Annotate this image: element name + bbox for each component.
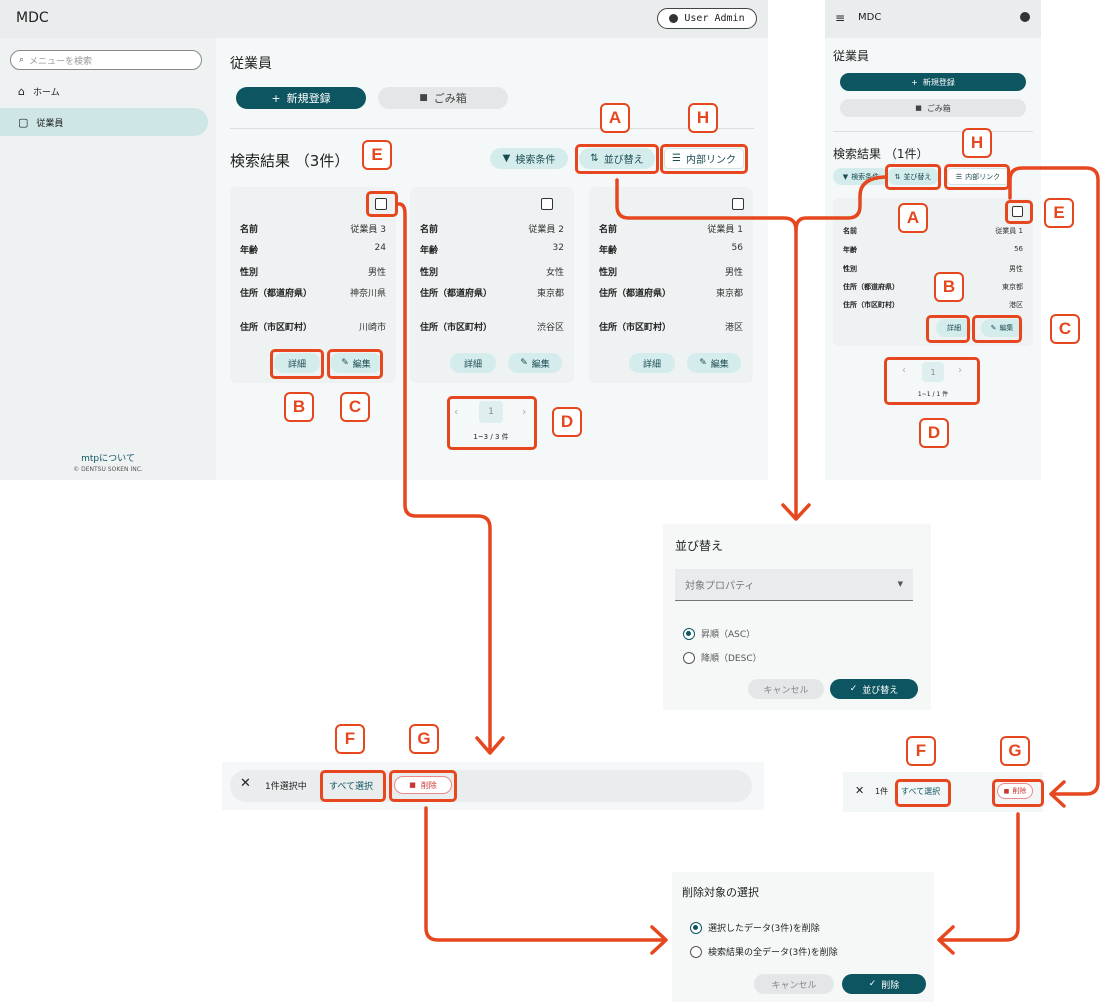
badge-mobile-c: C — [1050, 314, 1080, 344]
badge-mobile-d: D — [919, 418, 949, 448]
badge-e: E — [362, 140, 392, 170]
annotation-arrows — [397, 166, 1100, 955]
badge-mobile-a: A — [898, 203, 928, 233]
badge-mobile-f: F — [906, 736, 936, 766]
badge-mobile-g: G — [1000, 736, 1030, 766]
badge-h: H — [688, 103, 718, 133]
badge-f: F — [335, 724, 365, 754]
badge-c: C — [340, 392, 370, 422]
badge-g: G — [409, 724, 439, 754]
badge-mobile-e: E — [1044, 198, 1074, 228]
badge-b: B — [284, 392, 314, 422]
badge-mobile-h: H — [962, 128, 992, 158]
badge-mobile-b: B — [934, 272, 964, 302]
badge-a: A — [600, 103, 630, 133]
badge-d: D — [552, 407, 582, 437]
